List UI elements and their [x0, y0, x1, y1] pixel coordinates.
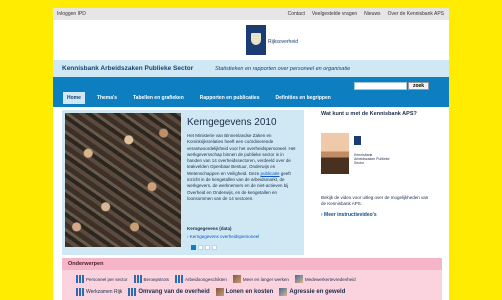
top-utility-bar: Inloggen IPD Contact Veelgestelde vragen… — [53, 8, 449, 20]
topic-label: Lonen en kosten — [225, 289, 274, 295]
topic-meer-en-langer-werken[interactable]: Meer en langer werken — [232, 275, 289, 283]
slide-dot-3[interactable] — [205, 245, 210, 250]
chart-icon — [76, 275, 84, 283]
crowd-photo[interactable] — [65, 113, 181, 247]
photo-icon — [279, 288, 288, 296]
topics-row-2: Werkzamen Rijk Omvang van de overheid Lo… — [76, 288, 345, 296]
topic-label: Arbeidsongeschikten — [185, 276, 227, 282]
topic-lonen-en-kosten[interactable]: Lonen en kosten — [215, 288, 274, 296]
topic-label: Agressie en geweld — [289, 289, 346, 295]
rijksoverheid-mini-logo — [354, 136, 361, 145]
chart-icon — [128, 288, 137, 296]
kerngegevens-link[interactable]: › Kerngegevens overheidspersoneel — [187, 234, 259, 239]
slide-body: Het Ministerie van Binnenlandse Zaken en… — [187, 133, 299, 202]
utility-links: Contact Veelgestelde vragen Nieuws Over … — [288, 11, 444, 17]
page: Inloggen IPD Contact Veelgestelde vragen… — [53, 8, 449, 300]
tab-definities[interactable]: Definities en begrippen — [272, 92, 335, 104]
logo-text: Rijksoverheid — [268, 39, 299, 45]
slide-dot-2[interactable] — [198, 245, 203, 250]
aside-text: Bekijk de video voor uitleg over de moge… — [321, 195, 429, 206]
topics-row-1: Personeel per sector Beroepstrots Arbeid… — [76, 275, 356, 283]
publication-link[interactable]: publicatie — [260, 171, 279, 176]
topic-label: Omvang van de overheid — [138, 289, 210, 295]
topic-beroepstrots[interactable]: Beroepstrots — [133, 275, 170, 283]
topics-panel: Onderwerpen Personeel per sector Beroeps… — [62, 258, 442, 300]
tab-rapporten[interactable]: Rapporten en publicaties — [196, 92, 264, 104]
crest-icon — [251, 33, 261, 45]
nav-tabs: Home Thema's Tabellen en grafieken Rappo… — [63, 92, 335, 104]
topic-label: Medewerkertevredenheid — [304, 276, 356, 282]
search-box: zoek — [354, 82, 429, 90]
slide-title: Kerngegevens 2010 — [187, 117, 277, 128]
slide-pager — [191, 245, 217, 250]
site-title[interactable]: Kennisbank Arbeidszaken Publieke Sector — [62, 65, 193, 72]
topics-heading: Onderwerpen — [62, 258, 442, 270]
topic-personeel-per-sector[interactable]: Personeel per sector — [76, 275, 128, 283]
site-tagline: Statistieken en rapporten over personeel… — [215, 65, 351, 72]
tab-tabellen[interactable]: Tabellen en grafieken — [129, 92, 188, 104]
topic-medewerkertevredenheid[interactable]: Medewerkertevredenheid — [294, 275, 356, 283]
topic-label: Beroepstrots — [143, 276, 170, 282]
instruction-videos-link[interactable]: › Meer instructievideo's — [321, 212, 377, 218]
slide-body-text: Het Ministerie van Binnenlandse Zaken en… — [187, 133, 296, 176]
tab-themas[interactable]: Thema's — [93, 92, 121, 104]
topic-agressie-en-geweld[interactable]: Agressie en geweld — [279, 288, 345, 296]
chart-icon — [133, 275, 142, 283]
topic-omvang-van-de-overheid[interactable]: Omvang van de overheid — [128, 288, 210, 296]
photo-icon — [232, 275, 241, 283]
chart-icon — [175, 275, 184, 283]
slide-dot-1[interactable] — [191, 245, 196, 250]
tab-home[interactable]: Home — [63, 92, 85, 104]
photo-icon — [215, 288, 224, 296]
search-input[interactable] — [354, 82, 407, 90]
utility-link-news[interactable]: Nieuws — [364, 11, 380, 17]
topic-label: Werkzamen Rijk — [86, 289, 123, 295]
topic-label: Personeel per sector — [86, 276, 128, 282]
topic-arbeidsongeschikten[interactable]: Arbeidsongeschikten — [175, 275, 227, 283]
search-button[interactable]: zoek — [408, 82, 429, 90]
utility-link-faq[interactable]: Veelgestelde vragen — [312, 11, 357, 17]
slide-subheading: Kerngegevens (data) — [187, 226, 232, 231]
utility-link-about[interactable]: Over de Kennisbank APS — [388, 11, 444, 17]
main-navigation: zoek Home Thema's Tabellen en grafieken … — [53, 77, 449, 107]
video-thumbnail[interactable]: Kennisbank Arbeidszaken Publieke Sector — [321, 133, 393, 174]
featured-slideshow: Kerngegevens 2010 Het Ministerie van Bin… — [62, 110, 304, 255]
topic-werkzamen-rijk[interactable]: Werkzamen Rijk — [76, 288, 122, 296]
utility-link-contact[interactable]: Contact — [288, 11, 305, 17]
chart-icon — [76, 288, 84, 296]
login-link[interactable]: Inloggen IPD — [57, 11, 86, 17]
topic-label: Meer en langer werken — [242, 276, 289, 282]
site-title-bar: Kennisbank Arbeidszaken Publieke Sector … — [53, 60, 449, 77]
aside-title: Wat kunt u met de Kennisbank APS? — [321, 111, 417, 117]
video-caption: Kennisbank Arbeidszaken Publieke Sector — [354, 153, 390, 165]
photo-icon — [294, 275, 303, 283]
slide-dot-4[interactable] — [212, 245, 217, 250]
rijksoverheid-logo[interactable] — [246, 25, 266, 55]
presenter-image — [321, 133, 349, 174]
